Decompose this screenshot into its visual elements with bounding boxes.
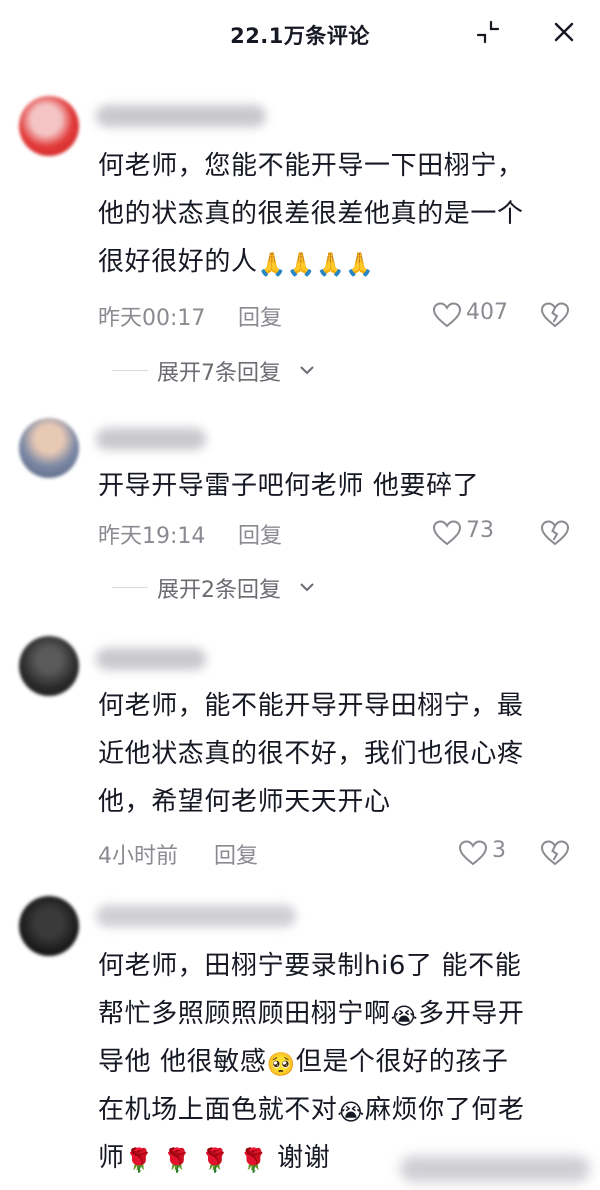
like-button[interactable]: 3 bbox=[458, 838, 548, 868]
avatar[interactable] bbox=[19, 896, 79, 956]
pleading-face-icon: 🥺 bbox=[266, 1052, 296, 1078]
comment-text: 何老师，您能不能开导一下田栩宁， 他的状态真的很差很差他真的是一个 很好很好的人… bbox=[98, 142, 578, 286]
heart-icon bbox=[432, 520, 462, 546]
heart-icon bbox=[458, 840, 488, 866]
crying-face-icon: 😭 bbox=[390, 1004, 419, 1030]
like-button[interactable]: 73 bbox=[432, 518, 522, 548]
chevron-down-icon bbox=[300, 583, 314, 592]
comment-text-part: 谢谢 bbox=[277, 1143, 331, 1173]
broken-heart-icon[interactable] bbox=[540, 301, 570, 329]
comment-text: 开导开导雷子吧何老师 他要碎了 bbox=[98, 471, 480, 501]
comment-meta: 昨天00:17 回复 407 bbox=[98, 300, 578, 332]
chevron-down-icon bbox=[300, 366, 314, 375]
rose-icon: 🌹 bbox=[124, 1148, 154, 1174]
rose-icon: 🌹 bbox=[162, 1148, 192, 1174]
username[interactable] bbox=[96, 905, 296, 927]
watermark bbox=[400, 1156, 590, 1182]
username[interactable] bbox=[96, 105, 266, 127]
rose-icon: 🌹 bbox=[238, 1148, 269, 1174]
comment-timestamp: 4小时前 bbox=[98, 844, 178, 869]
praying-hands-icon: 🙏 bbox=[345, 252, 375, 278]
praying-hands-icon: 🙏 bbox=[316, 252, 346, 278]
expand-replies-label: 展开7条回复 bbox=[157, 361, 281, 386]
username[interactable] bbox=[96, 428, 206, 450]
comment-text: 何老师，能不能开导开导田栩宁，最 近他状态真的很不好，我们也很心疼 他，希望何老… bbox=[98, 691, 524, 817]
username[interactable] bbox=[96, 648, 206, 670]
rose-icon: 🌹 bbox=[200, 1148, 231, 1174]
praying-hands-icon: 🙏 bbox=[286, 252, 317, 278]
like-count: 3 bbox=[492, 838, 506, 863]
comments-count-title: 22.1万条评论 bbox=[230, 24, 370, 48]
collapse-arrows-icon[interactable] bbox=[474, 18, 502, 46]
comment-text: 何老师，田栩宁要录制hi6了 能不能 帮忙多照顾照顾田栩宁啊😭多开导开 导他 他… bbox=[98, 942, 578, 1182]
comment-timestamp: 昨天00:17 bbox=[98, 306, 206, 331]
like-button[interactable]: 407 bbox=[432, 300, 522, 330]
praying-hands-icon: 🙏 bbox=[257, 252, 287, 278]
expand-replies-label: 展开2条回复 bbox=[157, 578, 281, 603]
divider bbox=[112, 587, 148, 588]
close-icon[interactable] bbox=[550, 18, 578, 46]
comment-timestamp: 昨天19:14 bbox=[98, 524, 206, 549]
like-count: 407 bbox=[466, 300, 508, 325]
broken-heart-icon[interactable] bbox=[540, 839, 570, 867]
reply-button[interactable]: 回复 bbox=[238, 300, 282, 332]
heart-icon bbox=[432, 302, 462, 328]
broken-heart-icon[interactable] bbox=[540, 519, 570, 547]
avatar[interactable] bbox=[19, 418, 79, 478]
divider bbox=[112, 370, 148, 371]
like-count: 73 bbox=[466, 518, 494, 543]
comment-meta: 昨天19:14 回复 73 bbox=[98, 518, 578, 550]
avatar[interactable] bbox=[19, 96, 79, 156]
crying-face-icon: 😭 bbox=[337, 1100, 365, 1126]
comment-meta: 4小时前 回复 3 bbox=[98, 838, 578, 870]
comments-header: 22.1万条评论 bbox=[0, 0, 600, 72]
reply-button[interactable]: 回复 bbox=[214, 838, 258, 870]
avatar[interactable] bbox=[19, 636, 79, 696]
reply-button[interactable]: 回复 bbox=[238, 518, 282, 550]
